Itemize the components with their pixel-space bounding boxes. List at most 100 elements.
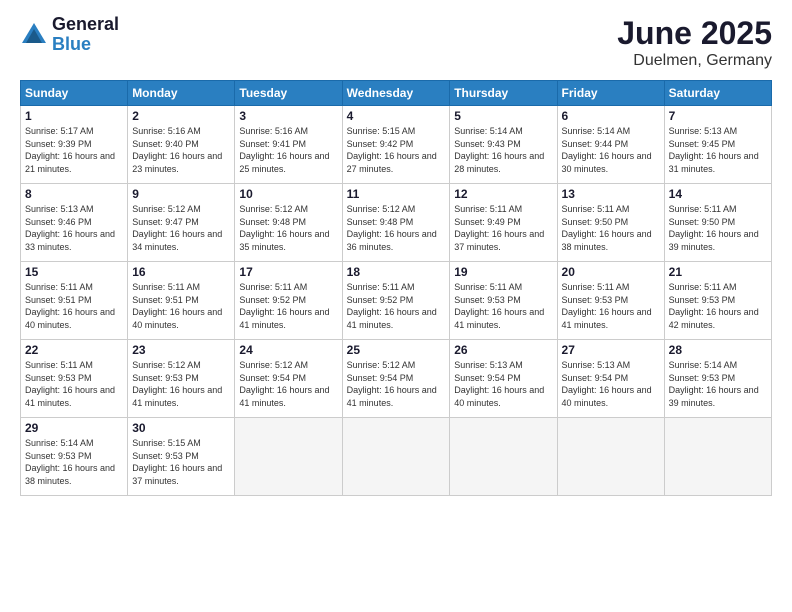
day-number: 10 (239, 187, 337, 201)
table-row: 18 Sunrise: 5:11 AMSunset: 9:52 PMDayligh… (342, 262, 450, 340)
day-info: Sunrise: 5:11 AMSunset: 9:50 PMDaylight:… (669, 203, 767, 253)
day-number: 26 (454, 343, 552, 357)
day-number: 16 (132, 265, 230, 279)
day-number: 18 (347, 265, 446, 279)
table-row: 22 Sunrise: 5:11 AMSunset: 9:53 PMDayligh… (21, 340, 128, 418)
day-info: Sunrise: 5:11 AMSunset: 9:51 PMDaylight:… (132, 281, 230, 331)
day-info: Sunrise: 5:11 AMSunset: 9:53 PMDaylight:… (669, 281, 767, 331)
day-info: Sunrise: 5:17 AMSunset: 9:39 PMDaylight:… (25, 125, 123, 175)
day-number: 13 (562, 187, 660, 201)
header-friday: Friday (557, 81, 664, 106)
day-info: Sunrise: 5:14 AMSunset: 9:53 PMDaylight:… (25, 437, 123, 487)
day-info: Sunrise: 5:11 AMSunset: 9:51 PMDaylight:… (25, 281, 123, 331)
day-number: 30 (132, 421, 230, 435)
day-number: 15 (25, 265, 123, 279)
title-section: June 2025 Duelmen, Germany (617, 15, 772, 70)
table-row (450, 418, 557, 496)
calendar-row: 22 Sunrise: 5:11 AMSunset: 9:53 PMDayligh… (21, 340, 772, 418)
logo-general: General (52, 15, 119, 35)
table-row: 12 Sunrise: 5:11 AMSunset: 9:49 PMDayligh… (450, 184, 557, 262)
header-sunday: Sunday (21, 81, 128, 106)
calendar-header-row: Sunday Monday Tuesday Wednesday Thursday… (21, 81, 772, 106)
table-row: 30Sunrise: 5:15 AMSunset: 9:53 PMDayligh… (128, 418, 235, 496)
day-info: Sunrise: 5:12 AMSunset: 9:53 PMDaylight:… (132, 359, 230, 409)
table-row: 17 Sunrise: 5:11 AMSunset: 9:52 PMDayligh… (235, 262, 342, 340)
calendar-row: 15 Sunrise: 5:11 AMSunset: 9:51 PMDayligh… (21, 262, 772, 340)
table-row: 14 Sunrise: 5:11 AMSunset: 9:50 PMDayligh… (664, 184, 771, 262)
table-row: 3 Sunrise: 5:16 AMSunset: 9:41 PMDaylight… (235, 106, 342, 184)
table-row: 5 Sunrise: 5:14 AMSunset: 9:43 PMDaylight… (450, 106, 557, 184)
day-info: Sunrise: 5:11 AMSunset: 9:49 PMDaylight:… (454, 203, 552, 253)
day-info: Sunrise: 5:11 AMSunset: 9:53 PMDaylight:… (562, 281, 660, 331)
day-number: 2 (132, 109, 230, 123)
calendar-title: June 2025 (617, 15, 772, 52)
table-row: 1 Sunrise: 5:17 AMSunset: 9:39 PMDaylight… (21, 106, 128, 184)
day-info: Sunrise: 5:13 AMSunset: 9:54 PMDaylight:… (562, 359, 660, 409)
day-info: Sunrise: 5:11 AMSunset: 9:52 PMDaylight:… (239, 281, 337, 331)
table-row: 9Sunrise: 5:12 AMSunset: 9:47 PMDaylight… (128, 184, 235, 262)
table-row: 6 Sunrise: 5:14 AMSunset: 9:44 PMDaylight… (557, 106, 664, 184)
table-row: 8Sunrise: 5:13 AMSunset: 9:46 PMDaylight… (21, 184, 128, 262)
table-row: 7 Sunrise: 5:13 AMSunset: 9:45 PMDaylight… (664, 106, 771, 184)
day-info: Sunrise: 5:13 AMSunset: 9:54 PMDaylight:… (454, 359, 552, 409)
header-tuesday: Tuesday (235, 81, 342, 106)
day-number: 4 (347, 109, 446, 123)
logo: General Blue (20, 15, 119, 55)
day-info: Sunrise: 5:11 AMSunset: 9:50 PMDaylight:… (562, 203, 660, 253)
day-number: 21 (669, 265, 767, 279)
day-number: 19 (454, 265, 552, 279)
calendar-table: Sunday Monday Tuesday Wednesday Thursday… (20, 80, 772, 496)
table-row: 29Sunrise: 5:14 AMSunset: 9:53 PMDayligh… (21, 418, 128, 496)
day-info: Sunrise: 5:13 AMSunset: 9:45 PMDaylight:… (669, 125, 767, 175)
day-number: 6 (562, 109, 660, 123)
table-row (664, 418, 771, 496)
day-number: 12 (454, 187, 552, 201)
calendar-row: 1 Sunrise: 5:17 AMSunset: 9:39 PMDaylight… (21, 106, 772, 184)
day-number: 17 (239, 265, 337, 279)
day-number: 20 (562, 265, 660, 279)
header-thursday: Thursday (450, 81, 557, 106)
day-info: Sunrise: 5:12 AMSunset: 9:54 PMDaylight:… (347, 359, 446, 409)
day-number: 14 (669, 187, 767, 201)
logo-text: General Blue (52, 15, 119, 55)
day-info: Sunrise: 5:12 AMSunset: 9:48 PMDaylight:… (347, 203, 446, 253)
table-row: 23 Sunrise: 5:12 AMSunset: 9:53 PMDayligh… (128, 340, 235, 418)
day-number: 22 (25, 343, 123, 357)
day-info: Sunrise: 5:11 AMSunset: 9:52 PMDaylight:… (347, 281, 446, 331)
day-number: 23 (132, 343, 230, 357)
table-row: 2 Sunrise: 5:16 AMSunset: 9:40 PMDaylight… (128, 106, 235, 184)
table-row: 26 Sunrise: 5:13 AMSunset: 9:54 PMDayligh… (450, 340, 557, 418)
day-number: 8 (25, 187, 123, 201)
day-info: Sunrise: 5:12 AMSunset: 9:54 PMDaylight:… (239, 359, 337, 409)
table-row: 19Sunrise: 5:11 AMSunset: 9:53 PMDayligh… (450, 262, 557, 340)
table-row: 25 Sunrise: 5:12 AMSunset: 9:54 PMDayligh… (342, 340, 450, 418)
header-monday: Monday (128, 81, 235, 106)
day-info: Sunrise: 5:14 AMSunset: 9:44 PMDaylight:… (562, 125, 660, 175)
day-number: 28 (669, 343, 767, 357)
table-row: 4Sunrise: 5:15 AMSunset: 9:42 PMDaylight… (342, 106, 450, 184)
table-row (235, 418, 342, 496)
table-row: 16 Sunrise: 5:11 AMSunset: 9:51 PMDayligh… (128, 262, 235, 340)
day-number: 25 (347, 343, 446, 357)
day-number: 11 (347, 187, 446, 201)
day-number: 7 (669, 109, 767, 123)
table-row: 11 Sunrise: 5:12 AMSunset: 9:48 PMDayligh… (342, 184, 450, 262)
day-info: Sunrise: 5:14 AMSunset: 9:43 PMDaylight:… (454, 125, 552, 175)
day-number: 9 (132, 187, 230, 201)
logo-blue: Blue (52, 35, 119, 55)
day-info: Sunrise: 5:16 AMSunset: 9:41 PMDaylight:… (239, 125, 337, 175)
table-row (557, 418, 664, 496)
day-info: Sunrise: 5:12 AMSunset: 9:48 PMDaylight:… (239, 203, 337, 253)
day-number: 1 (25, 109, 123, 123)
day-number: 5 (454, 109, 552, 123)
header: General Blue June 2025 Duelmen, Germany (20, 15, 772, 70)
header-saturday: Saturday (664, 81, 771, 106)
day-number: 3 (239, 109, 337, 123)
day-info: Sunrise: 5:16 AMSunset: 9:40 PMDaylight:… (132, 125, 230, 175)
calendar-subtitle: Duelmen, Germany (617, 52, 772, 70)
day-info: Sunrise: 5:14 AMSunset: 9:53 PMDaylight:… (669, 359, 767, 409)
table-row: 24Sunrise: 5:12 AMSunset: 9:54 PMDayligh… (235, 340, 342, 418)
day-info: Sunrise: 5:11 AMSunset: 9:53 PMDaylight:… (25, 359, 123, 409)
table-row: 27Sunrise: 5:13 AMSunset: 9:54 PMDayligh… (557, 340, 664, 418)
page: General Blue June 2025 Duelmen, Germany … (0, 0, 792, 612)
